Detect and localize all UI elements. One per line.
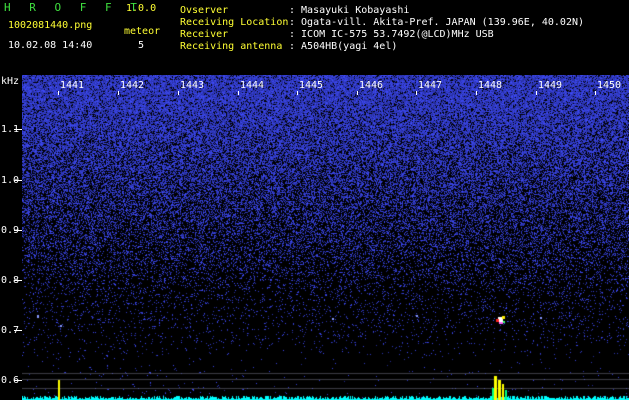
observer-value: : Masayuki Kobayashi <box>289 5 410 16</box>
x-tick-label: 1444 <box>240 80 265 91</box>
x-tick-mark <box>476 91 477 95</box>
meteor-count: 5 <box>138 40 145 51</box>
x-tick-label: 1443 <box>180 80 205 91</box>
y-tick-label: 0.8 <box>1 275 20 286</box>
y-tick-mark <box>14 230 22 231</box>
y-tick-label: 0.9 <box>1 225 20 236</box>
antenna-label: Receiving antenna <box>180 41 283 52</box>
app-title: H R O F F T <box>4 1 143 14</box>
y-tick-mark <box>14 129 22 130</box>
y-tick-label: 1.1 <box>1 124 20 135</box>
x-tick-mark <box>58 91 59 95</box>
receiver-label: Receiver <box>180 29 229 40</box>
x-tick-mark <box>178 91 179 95</box>
y-tick-mark <box>14 330 22 331</box>
receiver-value: : ICOM IC-575 53.7492(@LCD)MHz USB <box>289 29 494 40</box>
x-tick-label: 1450 <box>597 80 622 91</box>
y-tick-label: 1.0 <box>1 175 20 186</box>
x-tick-mark <box>536 91 537 95</box>
x-tick-mark <box>357 91 358 95</box>
x-tick-label: 1447 <box>418 80 443 91</box>
x-tick-label: 1446 <box>359 80 384 91</box>
y-tick-mark <box>14 380 22 381</box>
waterfall-canvas <box>22 75 629 400</box>
meteor-label: meteor <box>124 26 161 37</box>
x-tick-label: 1449 <box>538 80 563 91</box>
x-tick-label: 1441 <box>60 80 85 91</box>
y-tick-mark <box>14 180 22 181</box>
x-tick-mark <box>595 91 596 95</box>
x-tick-mark <box>118 91 119 95</box>
antenna-value: : A504HB(yagi 4el) <box>289 41 398 52</box>
y-tick-label: 0.7 <box>1 325 20 336</box>
observer-label: Ovserver <box>180 5 229 16</box>
location-value: : Ogata-vill. Akita-Pref. JAPAN (139.96E… <box>289 17 585 28</box>
location-label: Receiving Location <box>180 17 289 28</box>
y-tick-mark <box>14 280 22 281</box>
waterfall-spectrogram <box>22 75 629 400</box>
x-tick-label: 1448 <box>478 80 503 91</box>
y-axis-unit: kHz <box>1 76 20 87</box>
y-tick-label: 0.6 <box>1 375 20 386</box>
x-tick-mark <box>238 91 239 95</box>
x-tick-label: 1445 <box>299 80 324 91</box>
x-tick-mark <box>297 91 298 95</box>
header-panel: H R O F F T 1.0.0 1002081440.png 10.02.0… <box>0 0 629 74</box>
file-name: 1002081440.png <box>8 20 93 31</box>
capture-datetime: 10.02.08 14:40 <box>8 40 93 51</box>
app-version: 1.0.0 <box>126 3 157 14</box>
x-tick-label: 1442 <box>120 80 145 91</box>
x-tick-mark <box>416 91 417 95</box>
